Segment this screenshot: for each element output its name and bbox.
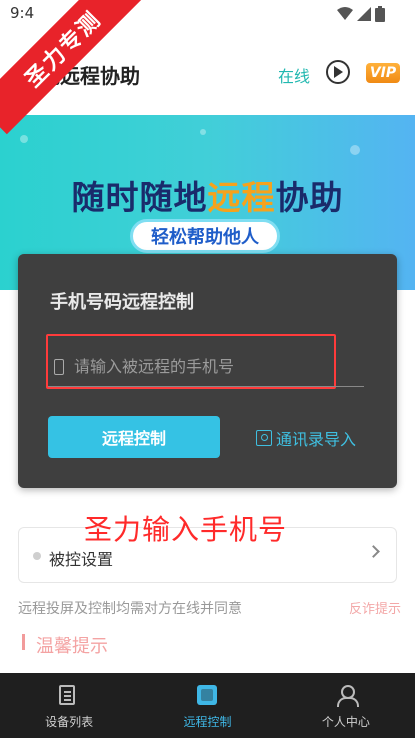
- battery-icon: [375, 6, 385, 22]
- bottom-nav: 设备列表 远程控制 个人中心: [0, 673, 415, 738]
- phone-input[interactable]: [74, 357, 304, 376]
- remote-control-icon: [197, 685, 218, 707]
- banner-headline-part2: 协助: [275, 178, 344, 217]
- banner-headline-highlight: 远程: [207, 178, 276, 217]
- status-icons: [337, 6, 385, 22]
- tips-marker: [22, 634, 25, 650]
- device-list-icon: [59, 685, 79, 707]
- chevron-right-icon: [367, 545, 380, 558]
- banner-headline: 随时随地远程协助: [0, 171, 415, 219]
- banner-subtitle: 轻松帮助他人: [130, 219, 280, 253]
- dialog-title: 手机号码远程控制: [50, 292, 194, 313]
- wifi-icon: [337, 7, 353, 20]
- banner-headline-part1: 随时随地: [71, 178, 208, 217]
- annotation-text: 圣力输入手机号: [84, 513, 288, 546]
- phone-input-underline: [48, 386, 364, 387]
- signal-icon: [357, 7, 371, 21]
- nav-device-list[interactable]: 设备列表: [0, 673, 138, 738]
- remote-control-button[interactable]: 远程控制: [48, 416, 220, 458]
- play-button[interactable]: [326, 60, 350, 84]
- contacts-icon: [256, 430, 272, 446]
- phone-icon: [54, 359, 64, 375]
- settings-label: 被控设置: [49, 550, 114, 569]
- vip-label: VIP: [369, 65, 397, 81]
- fraud-hint-link[interactable]: 反诈提示: [349, 598, 401, 617]
- vip-badge[interactable]: VIP: [366, 63, 400, 83]
- contacts-import-link[interactable]: 通讯录导入: [256, 426, 356, 450]
- nav-remote-control[interactable]: 远程控制: [138, 673, 276, 738]
- tips-title: 温馨提示: [36, 636, 108, 657]
- nav-label: 个人中心: [321, 715, 370, 729]
- phone-remote-dialog: 手机号码远程控制 远程控制 通讯录导入: [18, 254, 397, 488]
- banner-decoration: [200, 129, 206, 135]
- banner-decoration: [350, 145, 360, 155]
- app-screen: 9:4 圣力专测 视远程协助 在线 VIP 随时随地远程协助 轻松帮助他人 手机…: [0, 0, 415, 738]
- status-time: 9:4: [10, 4, 35, 22]
- consent-notice: 远程投屏及控制均需对方在线并同意: [18, 601, 242, 617]
- banner-decoration: [20, 135, 28, 143]
- play-icon: [334, 66, 343, 78]
- nav-label: 设备列表: [45, 715, 94, 729]
- settings-dot-icon: [33, 552, 41, 560]
- nav-label: 远程控制: [183, 715, 232, 729]
- contacts-import-label: 通讯录导入: [276, 430, 357, 449]
- online-status[interactable]: 在线: [278, 63, 310, 87]
- nav-profile[interactable]: 个人中心: [277, 673, 415, 738]
- profile-icon: [336, 685, 359, 707]
